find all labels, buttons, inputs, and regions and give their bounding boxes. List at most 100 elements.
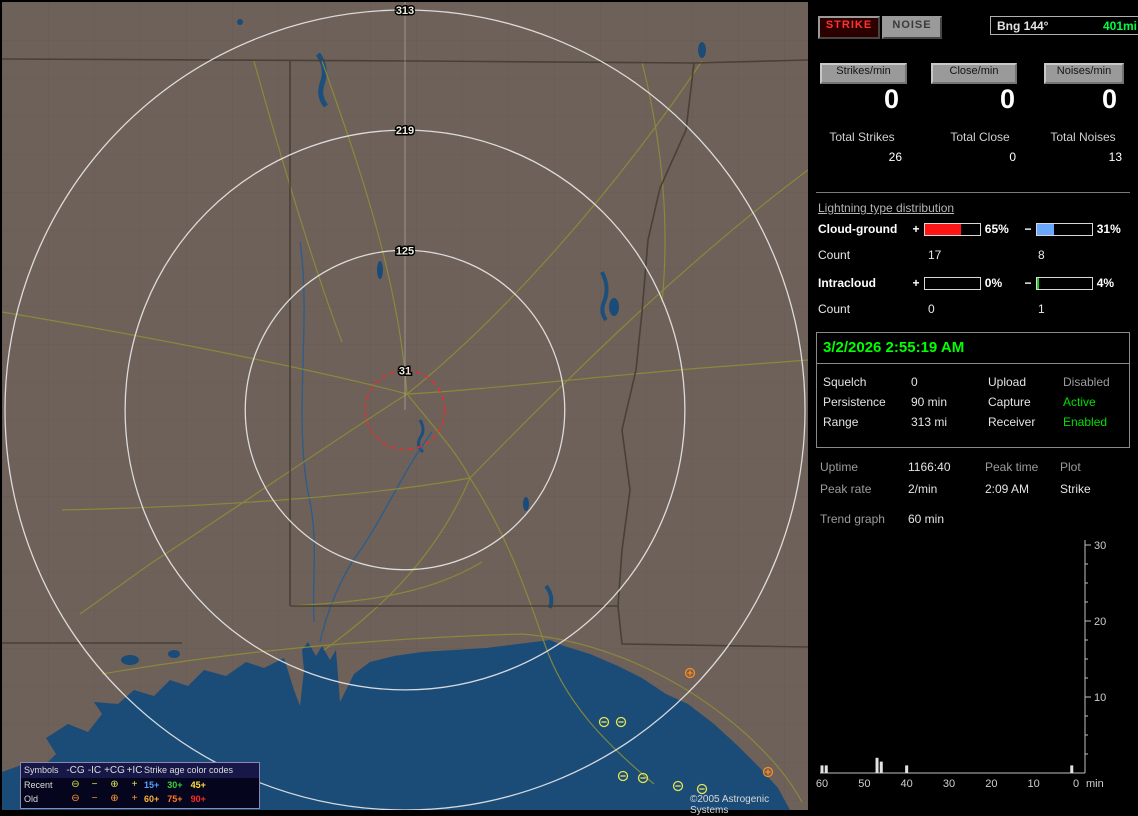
legend-col-pic: +IC [126,764,143,776]
range-value: 313 mi [911,415,948,429]
svg-text:125: 125 [396,245,414,257]
circled-minus-icon: ⊖ [71,779,80,790]
cg-count-row: Count 17 8 [818,248,1132,262]
legend-age-title: Strike age color codes [144,765,234,775]
age-30: 30+ [167,779,183,790]
status-box: 3/2/2026 2:55:19 AM Squelch 0 Upload Dis… [816,332,1130,448]
plus-icon: + [131,779,138,790]
status-row: Squelch 0 Upload Disabled [823,375,1129,389]
ic-count-row: Count 0 1 [818,302,1132,316]
strike-mode-button[interactable]: STRIKE [818,16,880,39]
svg-text:219: 219 [396,125,414,137]
ic-minus-count: 1 [1038,302,1045,316]
bearing-value: Bng 144° [997,18,1049,33]
minus-icon: − [91,779,98,790]
svg-text:60: 60 [816,778,828,790]
legend-col-ncg: -CG [66,764,85,776]
status-row: Range 313 mi Receiver Enabled [823,415,1129,429]
cg-plus-pct: 65% [984,222,1009,236]
trend-window-value: 60 min [908,512,945,526]
svg-text:10: 10 [1028,778,1040,790]
svg-text:20: 20 [985,778,997,790]
cloud-ground-row: Cloud-ground + 65% − 31% [818,222,1132,236]
intracloud-label: Intracloud [818,276,877,290]
svg-text:0: 0 [1073,778,1079,790]
cg-minus-count: 8 [1038,248,1045,262]
minus-sign: − [1024,222,1032,236]
minus-sign: − [1024,276,1032,290]
uptime-row: Uptime 1166:40 Peak time Plot [820,460,1126,474]
svg-text:20: 20 [1094,616,1106,628]
plus-sign: + [912,222,920,236]
divider [817,363,1129,364]
ic-plus-bar [923,276,981,290]
trend-graph: 10 20 30 60 50 40 30 20 10 0 min [816,540,1106,790]
svg-text:313: 313 [396,5,414,17]
svg-text:30: 30 [1094,540,1106,552]
age-45: 45+ [190,779,206,790]
lightning-map[interactable]: 313 219 125 31 ©2005 Astrogenic Systems [1,2,809,816]
receiver-label: Receiver [988,415,1036,429]
legend-symbols-title: Symbols [24,765,59,775]
trend-plot [820,757,1074,773]
total-noises-label: Total Noises [1050,130,1116,144]
age-15: 15+ [144,779,160,790]
bearing-readout: Bng 144° 401mi [990,16,1138,35]
count-label: Count [818,248,851,262]
noises-per-min-button[interactable]: Noises/min [1044,63,1124,84]
squelch-value: 0 [911,375,918,389]
cg-plus-count: 17 [928,248,942,262]
circled-minus-icon: ⊖ [71,793,80,804]
legend-row-old: Old ⊖ − ⊕ + 60+ 75+ 90+ [21,792,259,806]
peak-rate-row: Peak rate 2/min 2:09 AM Strike [820,482,1126,496]
strikes-per-min-button[interactable]: Strikes/min [820,63,907,84]
trend-yticks: 10 20 30 [1085,540,1106,755]
cg-minus-bar [1035,222,1093,236]
age-60: 60+ [144,793,160,804]
peak-rate-label: Peak rate [820,482,872,496]
svg-text:31: 31 [399,365,411,377]
bearing-range-value: 401mi [1102,18,1137,33]
svg-text:10: 10 [1094,692,1106,704]
close-per-min-button[interactable]: Close/min [931,63,1017,84]
legend-row-recent: Recent ⊖ − ⊕ + 15+ 30+ 45+ [21,778,259,792]
close-per-min-value: 0 [1000,84,1016,114]
ic-minus-pct: 4% [1096,276,1115,290]
count-label: Count [818,302,851,316]
age-90: 90+ [190,793,206,804]
upload-label: Upload [988,375,1027,389]
uptime-value: 1166:40 [908,460,951,474]
legend-recent-label: Recent [24,779,53,790]
plus-sign: + [912,276,920,290]
legend-col-nic: -IC [87,764,102,776]
cloud-ground-label: Cloud-ground [818,222,898,236]
trend-xticks: 60 50 40 30 20 10 0 min [816,778,1104,790]
right-panel: STRIKE NOISE Bng 144° 401mi Strikes/min … [814,8,1138,808]
noises-per-min-value: 0 [1102,84,1118,114]
map-legend: Symbols -CG -IC +CG +IC Strike age color… [20,762,260,809]
copyright-text: ©2005 Astrogenic Systems [690,794,770,816]
minus-icon: − [91,793,98,804]
svg-text:min: min [1086,778,1104,790]
legend-header: Symbols -CG -IC +CG +IC Strike age color… [21,763,259,778]
ic-minus-bar [1035,276,1093,290]
total-noises-value: 13 [1108,150,1122,164]
cg-minus-pct: 31% [1096,222,1121,236]
legend-col-pcg: +CG [104,764,125,776]
ic-plus-pct: 0% [984,276,1003,290]
peak-rate-value: 2/min [908,482,938,496]
datetime-display: 3/2/2026 2:55:19 AM [823,339,965,356]
intracloud-row: Intracloud + 0% − 4% [818,276,1132,290]
svg-text:30: 30 [943,778,955,790]
cg-plus-bar [923,222,981,236]
range-label: Range [823,415,859,429]
legend-old-label: Old [24,793,39,804]
ic-plus-count: 0 [928,302,935,316]
upload-value: Disabled [1063,375,1110,389]
total-close-value: 0 [1009,150,1016,164]
trend-graph-label: Trend graph [820,512,885,526]
plus-icon: + [131,793,138,804]
status-row: Persistence 90 min Capture Active [823,395,1129,409]
noise-mode-button[interactable]: NOISE [882,16,942,39]
peak-time-label: Peak time [985,460,1039,474]
